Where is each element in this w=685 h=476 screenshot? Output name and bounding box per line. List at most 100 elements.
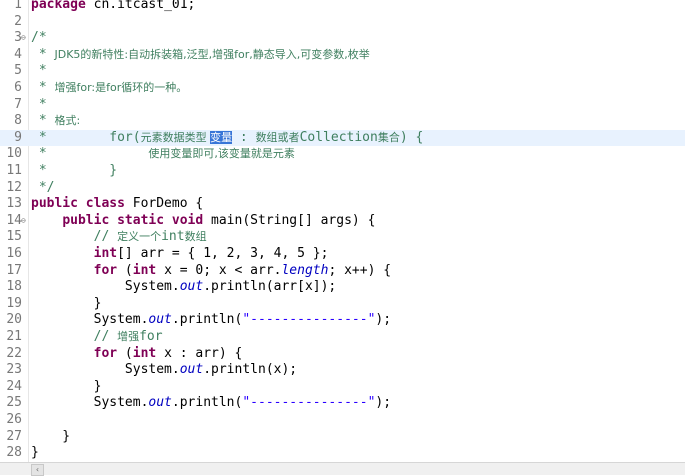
code-line[interactable]: 16 int[] arr = { 1, 2, 3, 4, 5 }; bbox=[0, 246, 685, 263]
scroll-left-icon[interactable]: ‹ bbox=[31, 464, 44, 476]
code-text[interactable]: * bbox=[31, 63, 47, 80]
code-line[interactable]: 6 * 增强for:是for循环的一种。 bbox=[0, 80, 685, 97]
code-token: ( bbox=[117, 262, 133, 278]
line-number: 2 bbox=[14, 13, 22, 29]
code-token: } bbox=[31, 428, 71, 444]
code-line[interactable]: 9 * for(元素数据类型 变量 : 数组或者Collection集合) { bbox=[0, 129, 685, 147]
code-line[interactable]: 23 System.out.println(x); bbox=[0, 362, 685, 379]
code-token: .println(arr[x]); bbox=[203, 279, 337, 295]
code-token: x = 0; x < arr. bbox=[156, 262, 282, 278]
code-token: out bbox=[179, 279, 204, 295]
line-number: 24 bbox=[6, 378, 22, 394]
line-number: 10 bbox=[6, 146, 22, 162]
code-editor[interactable]: 1 package cn.itcast_01; 2 3 ⊖/* 4 * JDK5的新特性:… bbox=[0, 0, 685, 462]
code-token: System. bbox=[31, 362, 180, 378]
line-number: 16 bbox=[6, 246, 22, 261]
code-token: /* bbox=[31, 30, 47, 46]
code-text[interactable]: public static void main(String[] args) { bbox=[31, 213, 375, 230]
code-line[interactable]: 25 System.out.println("---------------")… bbox=[0, 395, 685, 412]
code-token: 定义一个 bbox=[117, 230, 162, 244]
code-line[interactable]: 26 bbox=[0, 412, 685, 429]
line-number: 28 bbox=[6, 445, 22, 461]
code-line[interactable]: 15 // 定义一个int数组 bbox=[0, 229, 685, 246]
code-text[interactable]: /* bbox=[31, 30, 47, 47]
line-number: 19 bbox=[6, 295, 22, 311]
code-text[interactable]: System.out.println("---------------"); bbox=[31, 312, 391, 329]
line-number: 12 bbox=[6, 179, 22, 195]
code-line[interactable]: 14 ⊖ public static void main(String[] arg… bbox=[0, 213, 685, 230]
fold-toggle-icon[interactable]: ⊖ bbox=[21, 34, 28, 42]
code-line[interactable]: 18 System.out.println(arr[x]); bbox=[0, 279, 685, 296]
code-text[interactable]: * 增强for:是for循环的一种。 bbox=[31, 80, 187, 97]
code-line[interactable]: 8 * 格式: bbox=[0, 113, 685, 130]
line-number: 6 bbox=[14, 80, 22, 95]
code-line[interactable]: 5 * bbox=[0, 63, 685, 80]
line-number: 13 bbox=[6, 196, 22, 212]
code-text[interactable]: * for(元素数据类型 变量 : 数组或者Collection集合) { bbox=[31, 130, 424, 147]
code-line[interactable]: 1 package cn.itcast_01; bbox=[0, 0, 685, 14]
code-line[interactable]: 4 * JDK5的新特性:自动拆装箱,泛型,增强for,静态导入,可变参数,枚举 bbox=[0, 47, 685, 64]
code-text[interactable]: * JDK5的新特性:自动拆装箱,泛型,增强for,静态导入,可变参数,枚举 bbox=[31, 47, 370, 64]
code-text[interactable]: // 定义一个int数组 bbox=[31, 229, 207, 246]
code-token: "---------------" bbox=[242, 312, 376, 328]
line-number: 3 bbox=[14, 30, 22, 46]
code-line[interactable]: 22 for (int x : arr) { bbox=[0, 346, 685, 363]
code-text[interactable]: package cn.itcast_01; bbox=[31, 0, 195, 14]
code-text[interactable]: * } bbox=[31, 163, 117, 180]
code-line[interactable]: 27 } bbox=[0, 429, 685, 446]
line-number: 22 bbox=[6, 345, 22, 361]
line-number: 20 bbox=[6, 312, 22, 328]
code-line[interactable]: 28} bbox=[0, 445, 685, 462]
code-text[interactable]: * 使用变量即可,该变量就是元素 bbox=[31, 146, 295, 163]
code-text[interactable]: System.out.println(arr[x]); bbox=[31, 279, 336, 296]
code-token: for bbox=[93, 345, 118, 361]
code-text[interactable]: * bbox=[31, 97, 47, 114]
line-number: 21 bbox=[6, 329, 22, 344]
code-text[interactable]: */ bbox=[31, 179, 55, 197]
code-line[interactable]: 2 bbox=[0, 14, 685, 31]
code-token: for bbox=[93, 262, 118, 278]
code-line[interactable]: 11 * } bbox=[0, 163, 685, 180]
code-text[interactable]: public class ForDemo { bbox=[31, 196, 203, 213]
code-line[interactable]: 3 ⊖/* bbox=[0, 30, 685, 47]
selected-text: 变量 bbox=[210, 130, 233, 144]
code-token: * bbox=[31, 113, 55, 129]
code-token: main(String[] args) { bbox=[203, 212, 376, 228]
code-text[interactable]: for (int x : arr) { bbox=[31, 345, 243, 363]
code-line[interactable]: 17 for (int x = 0; x < arr.length; x++) … bbox=[0, 263, 685, 280]
code-token: ; x++) { bbox=[328, 262, 392, 278]
code-text[interactable]: for (int x = 0; x < arr.length; x++) { bbox=[31, 263, 391, 280]
code-token: .println(x); bbox=[203, 362, 298, 378]
code-text[interactable]: } bbox=[31, 296, 102, 313]
code-line[interactable]: 19 } bbox=[0, 296, 685, 313]
code-line[interactable]: 13 public class ForDemo { bbox=[0, 196, 685, 213]
line-number: 26 bbox=[6, 412, 22, 427]
line-number: 9 bbox=[14, 129, 22, 145]
code-token: */ bbox=[31, 179, 55, 195]
code-text[interactable]: * 格式: bbox=[31, 113, 80, 130]
code-text[interactable]: // 增强for bbox=[31, 329, 163, 346]
code-line[interactable]: 10 * 使用变量即可,该变量就是元素 bbox=[0, 146, 685, 163]
code-token: 元素数据类型 bbox=[140, 130, 211, 144]
code-text[interactable]: } bbox=[31, 429, 70, 446]
code-token: // bbox=[31, 329, 118, 344]
fold-toggle-icon[interactable]: ⊖ bbox=[21, 216, 28, 224]
code-line[interactable]: 21 // 增强for bbox=[0, 329, 685, 346]
code-token: // bbox=[31, 229, 118, 245]
code-text[interactable]: int[] arr = { 1, 2, 3, 4, 5 }; bbox=[31, 246, 329, 263]
code-token: [] arr = { 1, 2, 3, 4, 5 }; bbox=[117, 246, 329, 261]
code-token: System. bbox=[31, 279, 180, 295]
code-text[interactable]: } bbox=[31, 378, 102, 396]
code-text[interactable]: System.out.println(x); bbox=[31, 362, 297, 379]
line-number: 11 bbox=[6, 163, 22, 178]
horizontal-scrollbar[interactable]: ‹ bbox=[0, 462, 685, 476]
code-line[interactable]: 24 } bbox=[0, 379, 685, 396]
code-line[interactable]: 12 */ bbox=[0, 180, 685, 197]
code-text[interactable]: System.out.println("---------------"); bbox=[31, 395, 391, 412]
code-line[interactable]: 20 System.out.println("---------------")… bbox=[0, 312, 685, 329]
code-line[interactable]: 7 * bbox=[0, 97, 685, 114]
code-text[interactable]: } bbox=[31, 445, 39, 462]
code-token: } bbox=[31, 378, 102, 394]
code-token: int bbox=[93, 246, 118, 261]
